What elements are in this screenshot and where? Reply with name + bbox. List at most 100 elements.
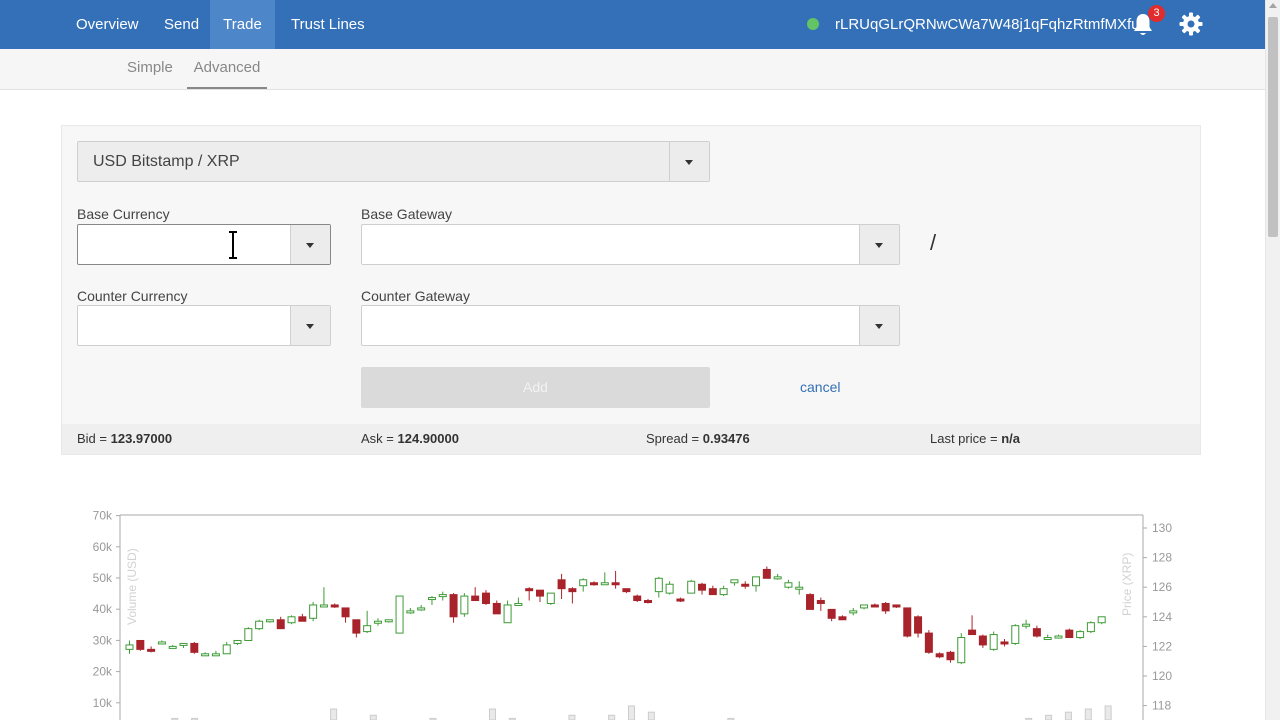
- right-tick-label: 130: [1152, 521, 1172, 535]
- candle-body: [957, 637, 966, 664]
- left-axis-title: Volume (USD): [125, 548, 139, 625]
- candle-body: [287, 616, 296, 624]
- counter-gateway-select[interactable]: [361, 305, 900, 346]
- candle-body: [265, 619, 274, 623]
- left-tick-label: 70k: [93, 509, 113, 523]
- ask-value: 124.90000: [397, 431, 459, 446]
- top-navbar: Overview Send Trade Trust Lines rLRUqGLr…: [0, 0, 1265, 49]
- candle-body: [924, 632, 933, 653]
- candle-body: [384, 619, 393, 623]
- candle-body: [125, 644, 134, 650]
- counter-gateway-dropdown-toggle[interactable]: [859, 306, 899, 345]
- nav-trust-lines[interactable]: Trust Lines: [279, 0, 377, 49]
- candle-body: [222, 644, 231, 655]
- candle-body: [849, 610, 858, 614]
- candle-body: [1032, 628, 1041, 637]
- last-price-value: n/a: [1001, 431, 1020, 446]
- price-chart[interactable]: 10k 20k 30k 40k 50k 60k 70k 118 120 122 124 126 128…: [80, 505, 1180, 720]
- candle-body: [644, 600, 653, 604]
- candle-body: [687, 580, 696, 594]
- nav-send[interactable]: Send: [152, 0, 211, 49]
- volume-bar: [1045, 714, 1053, 720]
- candle-body: [816, 600, 825, 604]
- add-pair-button[interactable]: Add: [361, 367, 710, 408]
- base-currency-label: Base Currency: [77, 206, 170, 222]
- candle-body: [1086, 622, 1095, 633]
- nav-overview[interactable]: Overview: [64, 0, 151, 49]
- counter-currency-dropdown-toggle[interactable]: [290, 306, 330, 345]
- candle-body: [752, 576, 761, 587]
- counter-currency-select[interactable]: [77, 305, 331, 346]
- candle-body: [546, 592, 555, 604]
- candle-body: [903, 607, 912, 637]
- volume-bar: [488, 708, 496, 720]
- candle-body: [579, 579, 588, 587]
- candle-body: [935, 653, 944, 658]
- candle-body: [330, 604, 339, 608]
- ask-quote: Ask = 124.90000: [361, 424, 459, 454]
- candle-body: [741, 583, 750, 587]
- page-scrollbar[interactable]: [1265, 0, 1280, 720]
- base-currency-dropdown-toggle[interactable]: [290, 225, 330, 264]
- base-currency-select[interactable]: [77, 224, 331, 265]
- candle-body: [773, 576, 782, 580]
- candle-body: [514, 602, 523, 606]
- candle-body: [341, 607, 350, 618]
- right-axis-title: Price (XRP): [1120, 553, 1134, 616]
- candle-body: [881, 602, 890, 612]
- candle-body: [762, 568, 771, 579]
- candle-body: [611, 582, 620, 586]
- candle-body: [968, 629, 977, 636]
- trade-subnav: Simple Advanced: [0, 49, 1265, 90]
- candle-body: [860, 604, 869, 609]
- candle-body: [492, 602, 501, 615]
- spread-quote: Spread = 0.93476: [646, 424, 750, 454]
- account-address[interactable]: rLRUqGLrQRNwCWa7W48j1qFqhzRtmfMXfu: [835, 0, 1140, 49]
- candle-body: [276, 619, 285, 630]
- scroll-up-arrow-icon[interactable]: [1269, 3, 1277, 8]
- candle-body: [784, 582, 793, 588]
- volume-bar: [1104, 705, 1112, 720]
- candle-body: [471, 595, 480, 602]
- base-gateway-select[interactable]: [361, 224, 900, 265]
- right-tick-label: 122: [1152, 639, 1172, 653]
- candle-body: [600, 582, 609, 586]
- tab-advanced[interactable]: Advanced: [187, 49, 267, 89]
- candle-body: [589, 582, 598, 586]
- candle-body: [298, 616, 307, 622]
- gear-icon[interactable]: [1179, 12, 1203, 36]
- candle-body: [535, 589, 544, 597]
- pair-separator: /: [930, 230, 937, 255]
- candle-body: [719, 588, 728, 596]
- counter-gateway-label: Counter Gateway: [361, 288, 470, 304]
- candle-body: [1022, 623, 1031, 627]
- candle-body: [795, 586, 804, 590]
- candle-body: [179, 642, 188, 646]
- base-gateway-dropdown-toggle[interactable]: [859, 225, 899, 264]
- notification-badge: 3: [1148, 5, 1165, 22]
- chevron-down-icon: [685, 159, 693, 165]
- scrollbar-thumb[interactable]: [1268, 17, 1278, 237]
- connection-status-icon: [807, 18, 819, 30]
- volume-bar: [1084, 708, 1092, 720]
- volume-bar: [628, 705, 635, 720]
- candle-body: [352, 619, 361, 634]
- candle-body: [363, 625, 372, 633]
- cancel-link[interactable]: cancel: [800, 379, 840, 395]
- candle-body: [449, 594, 458, 618]
- candle-body: [892, 604, 901, 608]
- left-tick-label: 40k: [93, 602, 113, 616]
- candle-body: [838, 616, 847, 621]
- currency-pair-select[interactable]: USD Bitstamp / XRP: [77, 141, 710, 182]
- candle-body: [978, 635, 987, 646]
- left-tick-label: 50k: [93, 571, 113, 585]
- pair-dropdown-toggle[interactable]: [669, 142, 709, 181]
- chevron-down-icon: [875, 323, 883, 329]
- tab-simple[interactable]: Simple: [127, 49, 173, 89]
- right-tick-label: 118: [1152, 699, 1171, 713]
- candle-body: [622, 588, 631, 593]
- volume-bar: [369, 714, 377, 720]
- candle-body: [406, 610, 415, 614]
- nav-trade[interactable]: Trade: [210, 0, 275, 49]
- candle-body: [633, 595, 642, 602]
